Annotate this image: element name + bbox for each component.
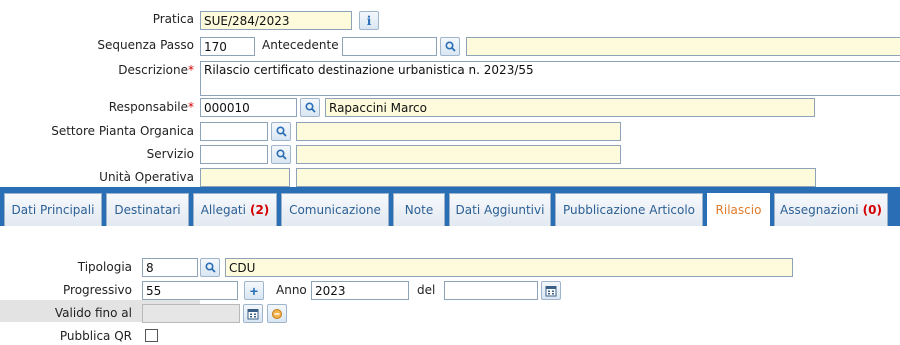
pubblica-qr-label: Pubblica QR	[59, 329, 132, 343]
calendar-icon	[247, 308, 259, 319]
descrizione-textarea[interactable]: Rilascio certificato destinazione urbani…	[200, 61, 900, 96]
tab-comunicazione[interactable]: Comunicazione	[281, 193, 389, 226]
antecedente-search-button[interactable]	[440, 37, 460, 56]
responsabile-search-button[interactable]	[300, 98, 320, 117]
tipologia-code-field[interactable]	[142, 258, 198, 277]
del-label: del	[417, 283, 436, 297]
responsabile-name-field	[325, 98, 815, 117]
anno-field[interactable]	[311, 281, 409, 300]
del-calendar-button[interactable]	[541, 281, 561, 300]
antecedente-label: Antecedente	[262, 38, 339, 52]
servizio-code-field[interactable]	[200, 145, 268, 164]
progressivo-add-button[interactable]: +	[244, 281, 264, 300]
search-icon	[275, 149, 287, 160]
valido-calendar-button[interactable]	[243, 304, 263, 323]
valido-fino-al-field	[142, 304, 240, 323]
search-icon	[304, 102, 316, 113]
anno-label: Anno	[276, 283, 307, 297]
settore-code-field[interactable]	[200, 122, 268, 141]
search-icon	[444, 41, 456, 52]
antecedente-description-field	[466, 37, 900, 56]
tab-dati-principali[interactable]: Dati Principali	[4, 193, 102, 226]
progressivo-field[interactable]	[142, 281, 238, 300]
tab-assegnazioni[interactable]: Assegnazioni (0)	[774, 193, 888, 226]
servizio-search-button[interactable]	[271, 145, 291, 164]
tipologia-description-field	[225, 258, 793, 277]
info-icon: i	[366, 13, 372, 28]
tipologia-search-button[interactable]	[200, 258, 220, 277]
info-button[interactable]: i	[359, 11, 379, 30]
servizio-label: Servizio	[146, 147, 194, 161]
sequenza-passo-label: Sequenza Passo	[97, 38, 194, 52]
pratica-field[interactable]	[200, 11, 352, 30]
tab-dati-aggiuntivi[interactable]: Dati Aggiuntivi	[449, 193, 551, 226]
servizio-description-field	[296, 145, 621, 164]
unita-operativa-label: Unità Operativa	[99, 170, 194, 184]
search-icon	[204, 262, 216, 273]
tab-destinatari[interactable]: Destinatari	[106, 193, 189, 226]
settore-search-button[interactable]	[271, 122, 291, 141]
tab-pubblicazione-articolo[interactable]: Pubblicazione Articolo	[555, 193, 703, 226]
del-date-field[interactable]	[444, 281, 538, 300]
eraser-icon	[272, 308, 282, 319]
tipologia-label: Tipologia	[77, 260, 132, 274]
valido-clear-button[interactable]	[267, 304, 287, 323]
pratica-label: Pratica	[152, 12, 194, 26]
assegnazioni-count-badge: (0)	[862, 203, 882, 217]
tab-note[interactable]: Note	[393, 193, 445, 226]
pubblica-qr-checkbox[interactable]	[145, 329, 158, 342]
calendar-icon	[545, 285, 557, 296]
valido-fino-al-label: Valido fino al	[54, 306, 132, 320]
progressivo-label: Progressivo	[63, 283, 132, 297]
tab-rilascio[interactable]: Rilascio	[707, 193, 770, 226]
responsabile-label: Responsabile*	[108, 100, 194, 114]
allegati-count-badge: (2)	[249, 203, 270, 217]
unita-operativa-description-field	[296, 168, 816, 187]
antecedente-field[interactable]	[342, 37, 437, 56]
plus-icon: +	[249, 282, 259, 299]
tab-allegati[interactable]: Allegati (2)	[193, 193, 277, 226]
search-icon	[275, 126, 287, 137]
settore-label: Settore Pianta Organica	[51, 124, 194, 138]
settore-description-field	[296, 122, 621, 141]
responsabile-code-field[interactable]	[200, 98, 297, 117]
descrizione-label: Descrizione*	[118, 63, 194, 77]
unita-operativa-code-field	[200, 168, 290, 187]
sequenza-passo-field[interactable]	[200, 37, 255, 56]
tab-bar: Dati Principali Destinatari Allegati (2) …	[0, 187, 900, 226]
